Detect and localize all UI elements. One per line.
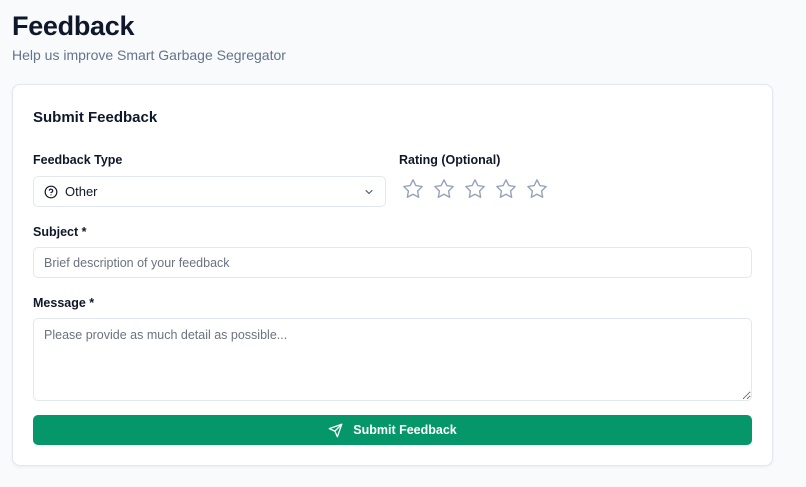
star-icon[interactable] bbox=[433, 178, 455, 200]
subject-label: Subject * bbox=[33, 225, 87, 239]
send-icon bbox=[328, 423, 343, 438]
chevron-down-icon bbox=[363, 186, 375, 198]
rating-stars bbox=[402, 178, 548, 200]
submit-feedback-button[interactable]: Submit Feedback bbox=[33, 415, 752, 445]
star-icon[interactable] bbox=[495, 178, 517, 200]
message-textarea[interactable] bbox=[33, 318, 752, 401]
page-subtitle: Help us improve Smart Garbage Segregator bbox=[12, 47, 286, 63]
help-circle-icon bbox=[44, 185, 58, 199]
message-label: Message * bbox=[33, 296, 95, 310]
star-icon[interactable] bbox=[402, 178, 424, 200]
subject-input[interactable] bbox=[33, 247, 752, 278]
rating-label: Rating (Optional) bbox=[399, 153, 501, 167]
feedback-card: Submit Feedback Feedback Type Other Rati… bbox=[12, 84, 773, 466]
page-title: Feedback bbox=[12, 11, 135, 41]
feedback-type-select[interactable]: Other bbox=[33, 176, 386, 207]
feedback-type-value: Other bbox=[65, 184, 98, 199]
star-icon[interactable] bbox=[464, 178, 486, 200]
feedback-type-label: Feedback Type bbox=[33, 153, 123, 167]
feedback-page: Feedback Help us improve Smart Garbage S… bbox=[0, 0, 806, 487]
star-icon[interactable] bbox=[526, 178, 548, 200]
card-title: Submit Feedback bbox=[33, 109, 158, 126]
submit-feedback-label: Submit Feedback bbox=[353, 423, 457, 437]
